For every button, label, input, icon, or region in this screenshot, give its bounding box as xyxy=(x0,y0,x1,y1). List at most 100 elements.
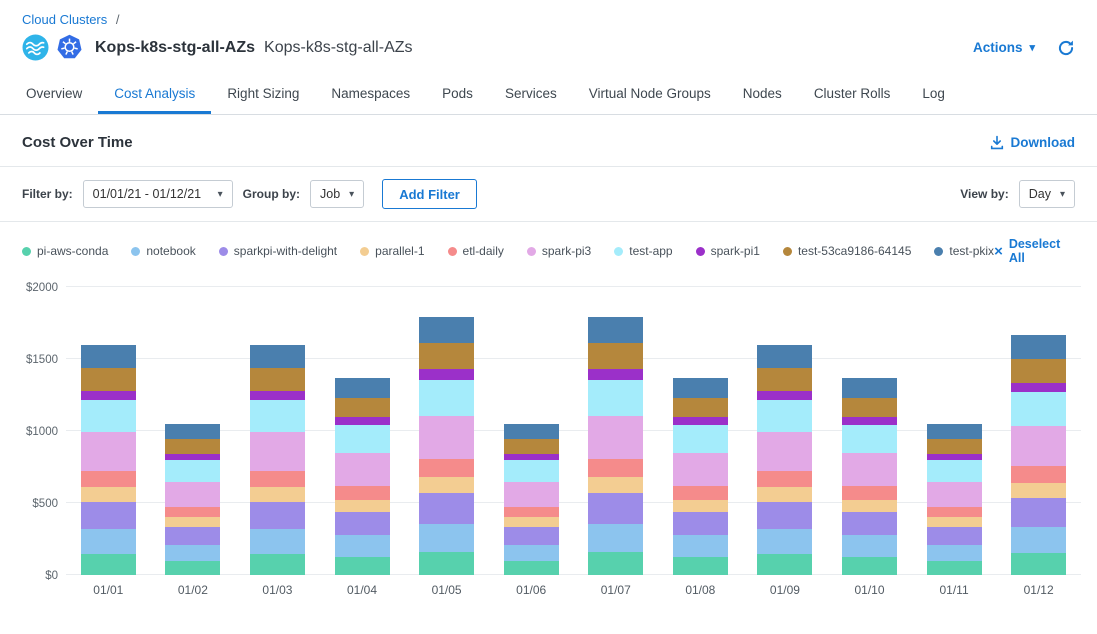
bar-segment-test-app[interactable] xyxy=(250,400,305,432)
bar-segment-etl-daily[interactable] xyxy=(165,507,220,517)
bar-segment-test-app[interactable] xyxy=(81,400,136,432)
tab-services[interactable]: Services xyxy=(489,75,573,114)
bar-segment-spark-pi1[interactable] xyxy=(673,417,728,425)
legend-item-test-pkix[interactable]: test-pkix xyxy=(934,244,994,258)
bar-segment-etl-daily[interactable] xyxy=(419,459,474,477)
bar-segment-test-app[interactable] xyxy=(504,460,559,481)
bar-segment-pi-aws-conda[interactable] xyxy=(1011,553,1066,575)
legend-item-test-53ca9186-64145[interactable]: test-53ca9186-64145 xyxy=(783,244,911,258)
stacked-bar-01/10[interactable] xyxy=(842,378,897,575)
legend-item-notebook[interactable]: notebook xyxy=(131,244,195,258)
bar-segment-notebook[interactable] xyxy=(165,545,220,562)
bar-segment-spark-pi3[interactable] xyxy=(588,416,643,459)
tab-right-sizing[interactable]: Right Sizing xyxy=(211,75,315,114)
bar-segment-sparkpi-with-delight[interactable] xyxy=(927,527,982,545)
breadcrumb-cloud-clusters[interactable]: Cloud Clusters xyxy=(22,12,107,27)
stacked-bar-01/02[interactable] xyxy=(165,424,220,575)
bar-segment-pi-aws-conda[interactable] xyxy=(588,552,643,575)
bar-segment-sparkpi-with-delight[interactable] xyxy=(1011,498,1066,527)
bar-segment-test-53ca9186-64145[interactable] xyxy=(1011,359,1066,383)
bar-segment-test-53ca9186-64145[interactable] xyxy=(250,368,305,391)
group-by-select[interactable]: Job ▾ xyxy=(310,180,364,208)
tab-virtual-node-groups[interactable]: Virtual Node Groups xyxy=(573,75,727,114)
bar-segment-spark-pi3[interactable] xyxy=(81,432,136,471)
bar-segment-sparkpi-with-delight[interactable] xyxy=(165,527,220,545)
bar-segment-pi-aws-conda[interactable] xyxy=(673,557,728,575)
bar-segment-etl-daily[interactable] xyxy=(335,486,390,500)
bar-segment-test-app[interactable] xyxy=(757,400,812,432)
view-by-select[interactable]: Day ▾ xyxy=(1019,180,1075,208)
bar-segment-parallel-1[interactable] xyxy=(757,487,812,501)
bar-segment-spark-pi1[interactable] xyxy=(81,391,136,400)
legend-item-pi-aws-conda[interactable]: pi-aws-conda xyxy=(22,244,108,258)
bar-segment-parallel-1[interactable] xyxy=(673,500,728,512)
bar-segment-parallel-1[interactable] xyxy=(335,500,390,512)
legend-item-etl-daily[interactable]: etl-daily xyxy=(448,244,504,258)
bar-segment-spark-pi3[interactable] xyxy=(842,453,897,486)
bar-segment-pi-aws-conda[interactable] xyxy=(504,561,559,575)
stacked-bar-01/12[interactable] xyxy=(1011,335,1066,575)
bar-segment-test-pkix[interactable] xyxy=(81,345,136,368)
bar-segment-test-53ca9186-64145[interactable] xyxy=(504,439,559,454)
bar-segment-sparkpi-with-delight[interactable] xyxy=(588,493,643,524)
bar-segment-etl-daily[interactable] xyxy=(757,471,812,487)
bar-segment-test-53ca9186-64145[interactable] xyxy=(842,398,897,417)
bar-segment-test-53ca9186-64145[interactable] xyxy=(588,343,643,369)
bar-segment-parallel-1[interactable] xyxy=(927,517,982,526)
bar-segment-spark-pi3[interactable] xyxy=(1011,426,1066,466)
bar-segment-notebook[interactable] xyxy=(504,545,559,562)
bar-segment-spark-pi3[interactable] xyxy=(927,482,982,507)
bar-segment-notebook[interactable] xyxy=(1011,527,1066,554)
bar-segment-notebook[interactable] xyxy=(757,529,812,554)
bar-segment-test-app[interactable] xyxy=(165,460,220,481)
stacked-bar-01/06[interactable] xyxy=(504,424,559,575)
bar-segment-test-app[interactable] xyxy=(588,380,643,416)
tab-overview[interactable]: Overview xyxy=(10,75,98,114)
bar-segment-test-pkix[interactable] xyxy=(1011,335,1066,359)
stacked-bar-01/01[interactable] xyxy=(81,345,136,575)
bar-segment-etl-daily[interactable] xyxy=(1011,466,1066,483)
bar-segment-test-53ca9186-64145[interactable] xyxy=(165,439,220,454)
bar-segment-test-pkix[interactable] xyxy=(250,345,305,368)
bar-segment-test-pkix[interactable] xyxy=(419,317,474,343)
bar-segment-notebook[interactable] xyxy=(419,524,474,552)
legend-item-test-app[interactable]: test-app xyxy=(614,244,672,258)
bar-segment-spark-pi3[interactable] xyxy=(335,453,390,486)
stacked-bar-01/03[interactable] xyxy=(250,345,305,575)
bar-segment-test-app[interactable] xyxy=(927,460,982,481)
bar-segment-spark-pi3[interactable] xyxy=(757,432,812,471)
bar-segment-test-53ca9186-64145[interactable] xyxy=(419,343,474,369)
bar-segment-test-pkix[interactable] xyxy=(588,317,643,343)
bar-segment-parallel-1[interactable] xyxy=(588,477,643,493)
stacked-bar-01/08[interactable] xyxy=(673,378,728,575)
bar-segment-test-app[interactable] xyxy=(673,425,728,453)
date-range-select[interactable]: 01/01/21 - 01/12/21 ▾ xyxy=(83,180,233,208)
bar-segment-spark-pi3[interactable] xyxy=(504,482,559,507)
bar-segment-test-pkix[interactable] xyxy=(757,345,812,368)
bar-segment-parallel-1[interactable] xyxy=(81,487,136,501)
bar-segment-pi-aws-conda[interactable] xyxy=(335,557,390,575)
bar-segment-test-app[interactable] xyxy=(335,425,390,453)
bar-segment-test-pkix[interactable] xyxy=(335,378,390,398)
bar-segment-pi-aws-conda[interactable] xyxy=(165,561,220,575)
bar-segment-pi-aws-conda[interactable] xyxy=(81,554,136,575)
bar-segment-parallel-1[interactable] xyxy=(419,477,474,493)
bar-segment-notebook[interactable] xyxy=(81,529,136,554)
tab-log[interactable]: Log xyxy=(906,75,961,114)
bar-segment-notebook[interactable] xyxy=(588,524,643,552)
bar-segment-spark-pi1[interactable] xyxy=(842,417,897,425)
bar-segment-parallel-1[interactable] xyxy=(250,487,305,501)
tab-cost-analysis[interactable]: Cost Analysis xyxy=(98,75,211,114)
deselect-all-button[interactable]: × Deselect All xyxy=(994,237,1075,265)
bar-segment-pi-aws-conda[interactable] xyxy=(842,557,897,575)
bar-segment-spark-pi1[interactable] xyxy=(1011,383,1066,392)
tab-nodes[interactable]: Nodes xyxy=(727,75,798,114)
bar-segment-notebook[interactable] xyxy=(842,535,897,557)
bar-segment-etl-daily[interactable] xyxy=(504,507,559,517)
bar-segment-pi-aws-conda[interactable] xyxy=(250,554,305,575)
bar-segment-pi-aws-conda[interactable] xyxy=(927,561,982,575)
bar-segment-sparkpi-with-delight[interactable] xyxy=(81,502,136,529)
bar-segment-spark-pi3[interactable] xyxy=(419,416,474,459)
bar-segment-etl-daily[interactable] xyxy=(927,507,982,517)
bar-segment-spark-pi3[interactable] xyxy=(250,432,305,471)
